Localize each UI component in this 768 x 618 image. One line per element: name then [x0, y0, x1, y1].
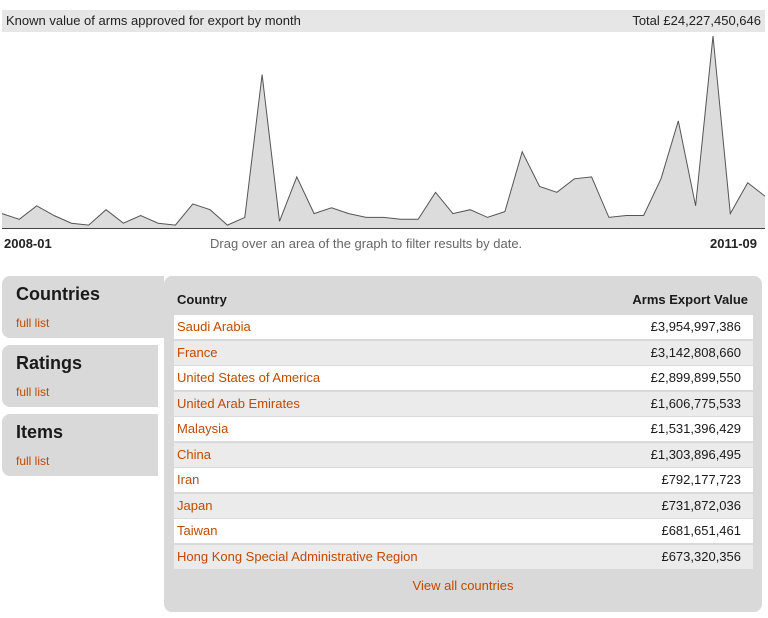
chart-start-date: 2008-01	[4, 236, 52, 251]
column-header-value[interactable]: Arms Export Value	[632, 292, 748, 307]
country-link[interactable]: Taiwan	[177, 519, 217, 543]
tab-ratings-full-list-link[interactable]: full list	[16, 385, 49, 399]
chart-hint: Drag over an area of the graph to filter…	[210, 236, 523, 251]
chart-series-line	[2, 35, 765, 226]
export-value: £3,954,997,386	[650, 319, 741, 334]
chart-header: Known value of arms approved for export …	[2, 10, 765, 32]
export-value: £681,651,461	[661, 523, 741, 538]
chart-end-date: 2011-09	[710, 236, 757, 251]
export-chart[interactable]: Known value of arms approved for export …	[2, 10, 765, 229]
view-all-countries-link[interactable]: View all countries	[164, 578, 762, 593]
table-row[interactable]: Malaysia £1,531,396,429	[174, 417, 753, 441]
table-row[interactable]: Hong Kong Special Administrative Region £…	[174, 544, 753, 569]
tab-countries-full-list-link[interactable]: full list	[16, 316, 49, 330]
country-link[interactable]: China	[177, 443, 211, 467]
country-table: Saudi Arabia £3,954,997,386 France £3,142,…	[174, 315, 753, 570]
tab-ratings-title: Ratings	[16, 353, 83, 373]
country-link[interactable]: United Arab Emirates	[177, 392, 300, 416]
country-link[interactable]: France	[177, 341, 217, 365]
export-value: £1,303,896,495	[650, 446, 741, 462]
table-row[interactable]: France £3,142,808,660	[174, 340, 753, 365]
country-link[interactable]: Hong Kong Special Administrative Region	[177, 545, 418, 569]
tab-items-full-list-link[interactable]: full list	[16, 454, 49, 468]
export-value: £673,320,356	[661, 548, 741, 564]
export-value: £1,606,775,533	[650, 395, 741, 411]
country-link[interactable]: Iran	[177, 468, 199, 492]
countries-panel: Country Arms Export Value Saudi Arabia £3…	[164, 276, 762, 612]
export-value: £2,899,899,550	[650, 370, 741, 385]
table-row[interactable]: Japan £731,872,036	[174, 493, 753, 518]
table-row[interactable]: Iran £792,177,723	[174, 468, 753, 492]
tab-countries[interactable]: Countries full list	[2, 276, 164, 338]
table-row[interactable]: Saudi Arabia £3,954,997,386	[174, 315, 753, 339]
country-link[interactable]: Japan	[177, 494, 212, 518]
chart-total: Total £24,227,450,646	[632, 13, 761, 28]
table-row[interactable]: China £1,303,896,495	[174, 442, 753, 467]
table-row[interactable]: Taiwan £681,651,461	[174, 519, 753, 543]
tab-ratings[interactable]: Ratings full list	[2, 345, 158, 407]
export-value: £1,531,396,429	[650, 421, 741, 436]
country-link[interactable]: Saudi Arabia	[177, 315, 251, 339]
tab-items[interactable]: Items full list	[2, 414, 158, 476]
table-row[interactable]: United States of America £2,899,899,550	[174, 366, 753, 390]
tab-countries-title: Countries	[16, 284, 101, 304]
export-value: £3,142,808,660	[650, 344, 741, 360]
export-value: £792,177,723	[661, 472, 741, 487]
chart-area-svg[interactable]	[2, 10, 765, 229]
chart-title: Known value of arms approved for export …	[6, 13, 301, 28]
tab-items-title: Items	[16, 422, 64, 442]
country-link[interactable]: Malaysia	[177, 417, 228, 441]
country-link[interactable]: United States of America	[177, 366, 320, 390]
chart-footer: 2008-01 Drag over an area of the graph t…	[0, 236, 763, 254]
table-row[interactable]: United Arab Emirates £1,606,775,533	[174, 391, 753, 416]
export-value: £731,872,036	[661, 497, 741, 513]
column-header-country[interactable]: Country	[177, 292, 227, 307]
